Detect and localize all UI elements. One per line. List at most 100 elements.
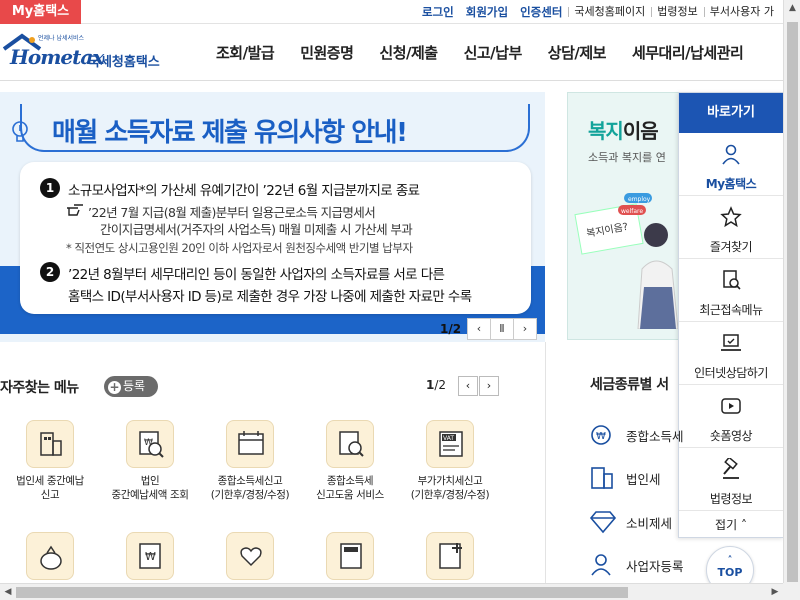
notice-1-text: 소규모사업자*의 가산세 유예기간이 ’22년 6월 지급분까지로 종료 (68, 183, 420, 199)
quick-menu-item-6[interactable] (0, 532, 100, 580)
horizontal-scroll-thumb[interactable] (16, 587, 628, 598)
utility-links: 로그인 회원가입 인증센터 국세청홈페이지 법령정보 부서사용자 가 (416, 0, 780, 24)
signup-link[interactable]: 회원가입 (460, 0, 514, 24)
pointing-hand-icon (67, 204, 83, 216)
user-register-icon (591, 554, 611, 576)
vertical-scrollbar[interactable]: ▲ (783, 0, 800, 583)
nts-homepage-link[interactable]: 국세청홈페이지 (568, 0, 651, 24)
quick-link-myhometax[interactable]: My홈택스 (679, 133, 783, 196)
laptop-icon (721, 334, 741, 351)
logo-slogan: 언제나 납세서비스 (38, 35, 85, 42)
quick-menu-add-button[interactable]: + 등록 (104, 376, 158, 397)
quick-menu-item-income-tax-filing[interactable]: 종합소득세신고 (기한후/경정/수정) (200, 420, 300, 502)
tax-type-consumption-tax[interactable]: 소비제세 (588, 507, 672, 537)
nav-certificates[interactable]: 민원증명 (300, 25, 354, 81)
tax-types-title: 세금종류별 서 (590, 377, 669, 393)
horizontal-scrollbar[interactable]: ◀ ▶ (0, 583, 783, 600)
nav-inquiry[interactable]: 조회/발급 (216, 25, 275, 81)
banner-prev-button[interactable]: ‹ (467, 318, 491, 340)
quick-link-online-consult[interactable]: 인터넷상담하기 (679, 322, 783, 385)
tax-type-business-registration[interactable]: 사업자등록 (588, 550, 684, 580)
scroll-up-arrow[interactable]: ▲ (784, 0, 800, 17)
cert-center-link[interactable]: 인증센터 (514, 0, 568, 24)
quick-menu-page-indicator: 1/2 (426, 378, 447, 392)
svg-text:VAT: VAT (443, 435, 454, 442)
recent-doc-icon (723, 270, 741, 290)
quick-menu-prev-button[interactable]: ‹ (458, 376, 478, 396)
myhometax-tab[interactable]: My홈택스 (0, 0, 81, 24)
gavel-icon (723, 456, 739, 479)
quick-menu-next-button[interactable]: › (479, 376, 499, 396)
quick-menu-item-10[interactable] (400, 532, 500, 580)
welfare-subtitle: 소득과 복지를 연 (588, 151, 666, 164)
banner-controls: 1/2 ‹ Ⅱ › (430, 318, 537, 340)
calculator-icon (326, 532, 374, 580)
dept-user-link[interactable]: 부서사용자 가 (703, 0, 780, 24)
notice-1-footnote: * 직전연도 상시고용인원 20인 이하 사업자로서 원천징수세액 반기별 납부… (66, 241, 413, 255)
person-icon (722, 144, 740, 165)
diamond-icon (589, 511, 617, 534)
won-doc-icon: ₩ (126, 532, 174, 580)
tax-type-income-tax[interactable]: ₩ 종합소득세 (588, 420, 684, 450)
nav-application[interactable]: 신청/제출 (379, 25, 438, 81)
notice-1-sub-line-2: 간이지급명세서(거주자의 사업소득) 매월 미제출 시 가산세 부과 (100, 222, 413, 237)
nav-tax-agent[interactable]: 세무대리/납세관리 (632, 25, 744, 81)
lightbulb-icon (12, 121, 28, 142)
quick-menu-item-7[interactable]: ₩ (100, 532, 200, 580)
main-header: 언제나 납세서비스 Hometax 국세청홈택스 조회/발급 민원증명 신청/제… (0, 25, 800, 81)
quick-menu-item-corp-interim-inquiry[interactable]: ₩ 법인 중간예납세액 조회 (100, 420, 200, 502)
vat-icon: VAT (426, 420, 474, 468)
scroll-right-arrow[interactable]: ▶ (767, 584, 783, 600)
money-bag-icon (26, 532, 74, 580)
welfare-illustration: 복지이음? employ welfare (574, 193, 679, 329)
office-building-icon (591, 467, 613, 489)
doc-search-icon (326, 420, 374, 468)
quick-link-law-info[interactable]: 법령정보 (679, 448, 783, 511)
login-link[interactable]: 로그인 (416, 0, 460, 24)
logo-korean-name: 국세청홈택스 (88, 55, 160, 70)
banner-next-button[interactable]: › (513, 318, 537, 340)
notice-2-text-line-2: 홈택스 ID(부서사용자 ID 등)로 제출한 경우 가장 나중에 제출한 자료… (68, 289, 472, 305)
nav-consult[interactable]: 상담/제보 (548, 25, 607, 81)
svg-text:₩: ₩ (144, 438, 153, 448)
quick-links-fold-button[interactable]: 접기 ˄ (679, 511, 783, 539)
quick-menu-item-9[interactable] (300, 532, 400, 580)
notice-2-text-line-1: ’22년 8월부터 세무대리인 등이 동일한 사업자의 소득자료를 서로 다른 (68, 267, 445, 283)
calendar-icon (226, 420, 274, 468)
arrow-up-icon: ˄ (727, 555, 733, 566)
notice-number-2: 2 (40, 262, 60, 282)
global-nav: 조회/발급 민원증명 신청/제출 신고/납부 상담/제보 세무대리/납세관리 (216, 25, 769, 81)
star-icon (720, 206, 742, 228)
vertical-scroll-thumb[interactable] (787, 22, 798, 582)
quick-menu-item-8[interactable] (200, 532, 300, 580)
quick-menu-item-vat-filing[interactable]: VAT 부가가치세신고 (기한후/경정/수정) (400, 420, 500, 502)
won-coin-icon: ₩ (591, 425, 611, 445)
welfare-title: 복지이음 (588, 119, 659, 143)
banner-title: 매월 소득자료 제출 유의사항 안내! (52, 118, 408, 148)
quick-link-favorites[interactable]: 즐겨찾기 (679, 196, 783, 259)
section-divider (545, 342, 546, 600)
page: My홈택스 로그인 회원가입 인증센터 국세청홈페이지 법령정보 부서사용자 가… (0, 0, 800, 600)
notice-number-1: 1 (40, 178, 60, 198)
svg-text:welfare: welfare (621, 208, 643, 215)
play-video-icon (721, 398, 741, 414)
scroll-left-arrow[interactable]: ◀ (0, 584, 16, 600)
quick-menu-item-corp-interim-filing[interactable]: 법인세 중간예납 신고 (0, 420, 100, 502)
banner-pause-button[interactable]: Ⅱ (490, 318, 514, 340)
svg-text:₩: ₩ (145, 550, 156, 563)
quick-links-panel: 바로가기 My홈택스 즐겨찾기 최근접속메뉴 인터넷상담하기 숏폼영상 법령정보… (678, 92, 784, 538)
quick-menu-title: 자주찾는 메뉴 (0, 380, 79, 396)
law-info-link[interactable]: 법령정보 (651, 0, 703, 24)
svg-text:employ: employ (628, 196, 651, 203)
nav-filing-payment[interactable]: 신고/납부 (464, 25, 523, 81)
quick-links-title: 바로가기 (679, 93, 783, 133)
quick-menu-item-income-tax-help[interactable]: 종합소득세 신고도움 서비스 (300, 420, 400, 502)
scrollbar-corner (783, 583, 800, 600)
notice-banner[interactable]: 매월 소득자료 제출 유의사항 안내! 1 소규모사업자*의 가산세 유예기간이… (0, 92, 545, 342)
tax-type-corporate-tax[interactable]: 법인세 (588, 463, 661, 493)
hometax-logo[interactable]: 언제나 납세서비스 Hometax 국세청홈택스 (2, 31, 182, 75)
quick-link-short-video[interactable]: 숏폼영상 (679, 385, 783, 448)
won-search-icon: ₩ (126, 420, 174, 468)
quick-link-recent-menu[interactable]: 최근접속메뉴 (679, 259, 783, 322)
top-utility-bar: My홈택스 로그인 회원가입 인증센터 국세청홈페이지 법령정보 부서사용자 가 (0, 0, 800, 24)
